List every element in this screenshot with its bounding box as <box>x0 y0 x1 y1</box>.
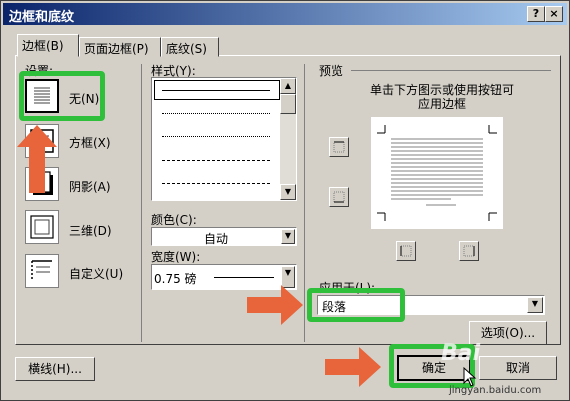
setting-3d-icon[interactable] <box>25 210 59 244</box>
setting-3d-label[interactable]: 三维(D) <box>69 222 112 239</box>
right-arrow-annotation-1 <box>247 285 303 325</box>
separator-left <box>141 64 142 342</box>
right-arrow-annotation-2 <box>325 347 381 387</box>
highlight-setting-none <box>19 71 105 121</box>
title-bar: 边框和底纹 ? × <box>3 3 567 25</box>
width-label: 宽度(W): <box>151 250 201 264</box>
style-dotted-line[interactable] <box>162 113 270 114</box>
mouse-cursor-icon <box>463 367 477 387</box>
horizontal-line-button[interactable]: 横线(H)... <box>15 357 95 381</box>
preview-canvas[interactable] <box>371 117 503 229</box>
color-value: 自动 <box>204 232 229 246</box>
dialog-title: 边框和底纹 <box>9 10 75 25</box>
help-button[interactable]: ? <box>527 6 545 22</box>
top-border-button[interactable] <box>329 137 349 157</box>
setting-custom-label[interactable]: 自定义(U) <box>69 265 123 282</box>
width-value: 0.75 磅 <box>154 272 197 286</box>
options-button[interactable]: 选项(O)... <box>469 321 547 345</box>
scroll-down-arrow-icon[interactable]: ▼ <box>280 184 296 200</box>
setting-custom-icon[interactable] <box>25 254 59 288</box>
preview-hint-line2: 应用边框 <box>417 97 466 111</box>
width-line-sample <box>214 277 274 278</box>
scroll-up-arrow-icon[interactable]: ▲ <box>280 78 296 94</box>
apply-to-dropdown-icon[interactable]: ▼ <box>527 297 543 313</box>
style-solid-line[interactable] <box>162 90 270 91</box>
color-label: 颜色(C): <box>151 213 197 227</box>
watermark-logo: Bai <box>441 341 481 366</box>
separator-right <box>304 64 305 342</box>
right-border-button[interactable] <box>459 241 479 261</box>
style-dashed-line[interactable] <box>162 160 270 161</box>
style-list[interactable]: ▲ ▼ <box>151 77 297 201</box>
color-combobox[interactable]: 自动 ▼ <box>151 227 297 246</box>
style-long-dash-line[interactable] <box>162 183 270 184</box>
style-list-scrollbar[interactable]: ▲ ▼ <box>280 78 296 200</box>
setting-box-label[interactable]: 方框(X) <box>69 134 111 151</box>
up-arrow-annotation <box>17 125 57 193</box>
tab-borders[interactable]: 边框(B) <box>17 34 79 57</box>
close-button[interactable]: × <box>545 6 563 22</box>
style-fine-dotted-line[interactable] <box>162 136 270 137</box>
bottom-border-button[interactable] <box>329 187 349 207</box>
preview-rule <box>351 70 551 71</box>
scroll-thumb[interactable] <box>280 94 296 114</box>
color-dropdown-icon[interactable]: ▼ <box>281 229 295 244</box>
highlight-apply-to <box>307 288 405 322</box>
preview-label: 预览 <box>319 64 344 78</box>
cancel-button[interactable]: 取消 <box>479 356 557 380</box>
setting-shadow-label[interactable]: 阴影(A) <box>69 178 111 195</box>
tab-page-border[interactable]: 页面边框(P) <box>79 37 161 57</box>
left-border-button[interactable] <box>396 241 416 261</box>
borders-shading-dialog: 边框和底纹 ? × 边框(B) 页面边框(P) 底纹(S) 设置: 无(N) 方… <box>0 0 570 401</box>
tab-shading[interactable]: 底纹(S) <box>161 37 219 57</box>
